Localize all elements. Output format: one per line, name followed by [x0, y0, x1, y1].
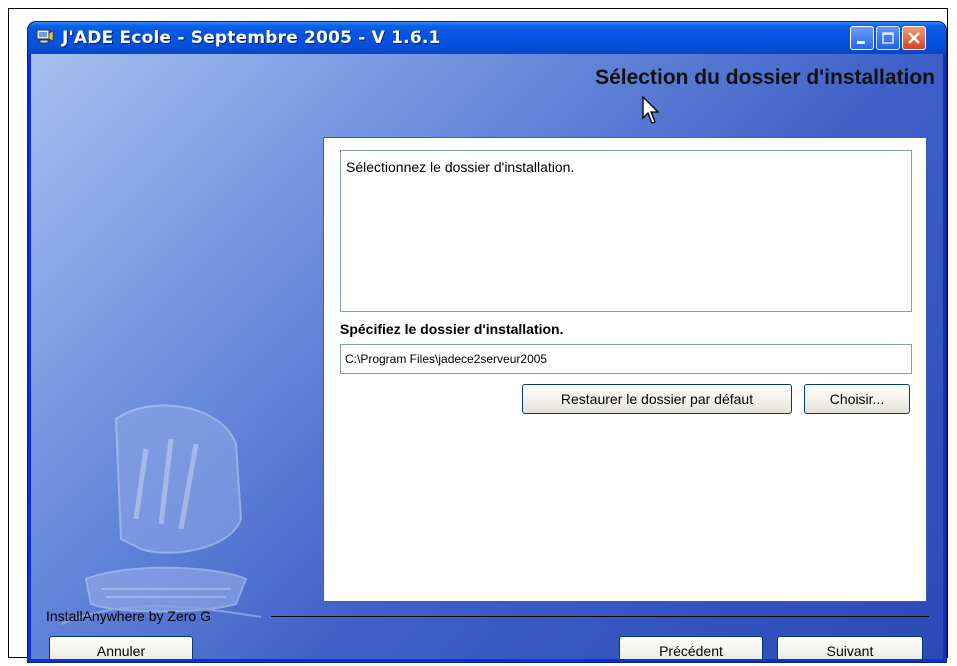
restore-default-folder-button[interactable]: Restaurer le dossier par défaut: [522, 384, 792, 414]
window-title: J'ADE Ecole - Septembre 2005 - V 1.6.1: [62, 28, 441, 48]
cancel-button[interactable]: Annuler: [49, 636, 193, 659]
next-button[interactable]: Suivant: [777, 636, 923, 659]
minimize-icon: [857, 41, 865, 44]
footer-divider: [271, 616, 929, 617]
maximize-icon: [882, 32, 894, 44]
close-icon: [908, 32, 920, 44]
install-folder-label: Spécifiez le dossier d'installation.: [340, 321, 564, 337]
close-button[interactable]: [902, 26, 926, 50]
installer-brand: InstallAnywhere by Zero G: [46, 608, 211, 624]
choose-folder-button[interactable]: Choisir...: [804, 384, 910, 414]
mouse-cursor-icon: [642, 96, 660, 124]
installer-app-icon: [36, 29, 54, 45]
install-folder-input[interactable]: [340, 344, 912, 374]
computer-illustration-icon: [61, 404, 262, 625]
previous-button[interactable]: Précédent: [619, 636, 763, 659]
installer-body: Sélection du dossier d'installation Séle…: [31, 54, 943, 659]
description-box: Sélectionnez le dossier d'installation.: [340, 150, 912, 312]
maximize-button[interactable]: [876, 26, 900, 50]
minimize-button[interactable]: [850, 26, 874, 50]
installer-window: J'ADE Ecole - Septembre 2005 - V 1.6.1 S…: [28, 22, 946, 662]
title-bar[interactable]: J'ADE Ecole - Septembre 2005 - V 1.6.1: [28, 22, 946, 54]
content-panel: Sélectionnez le dossier d'installation. …: [323, 137, 927, 602]
description-text: Sélectionnez le dossier d'installation.: [346, 159, 575, 175]
page-title: Sélection du dossier d'installation: [595, 66, 935, 89]
